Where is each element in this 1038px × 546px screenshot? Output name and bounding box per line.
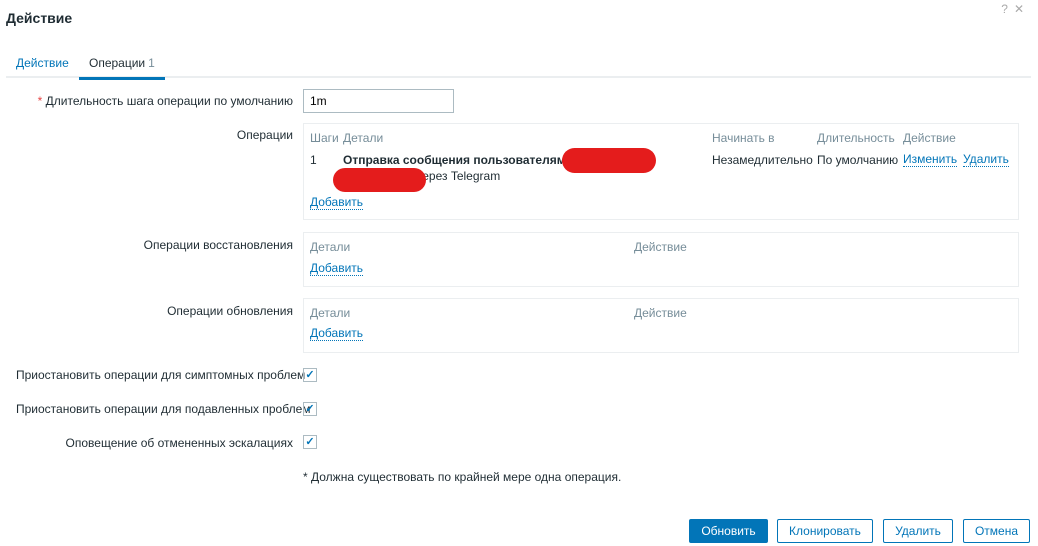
header-details: Детали — [310, 240, 351, 254]
redaction-mark — [562, 148, 656, 173]
tab-action[interactable]: Действие — [16, 56, 69, 70]
tab-label: Операции — [89, 56, 146, 70]
operation-details-line2: через Telegram — [416, 169, 501, 183]
update-button[interactable]: Обновить — [689, 519, 768, 543]
required-note: * Должна существовать по крайней мере од… — [303, 470, 622, 484]
operations-table: Шаги Детали Начинать в Длительность Дейс… — [303, 123, 1019, 220]
header-start: Начинать в — [712, 131, 775, 145]
cancel-button[interactable]: Отмена — [963, 519, 1030, 543]
header-action: Действие — [903, 131, 956, 145]
clone-button[interactable]: Клонировать — [777, 519, 873, 543]
add-recovery-link[interactable]: Добавить — [310, 262, 364, 276]
update-label: Операции обновления — [167, 304, 293, 318]
pause-symptom-label: Приостановить операции для симптомных пр… — [16, 368, 306, 382]
edit-operation-link[interactable]: Изменить — [903, 153, 958, 167]
add-operation-link[interactable]: Добавить — [310, 196, 364, 210]
operation-details: Отправка сообщения пользователям — [343, 153, 566, 167]
notify-cancelled-label: Оповещение об отмененных эскалациях — [65, 436, 293, 450]
update-table: Детали Действие Добавить — [303, 298, 1019, 353]
default-step-input[interactable] — [303, 89, 454, 113]
header-action: Действие — [634, 306, 687, 320]
start-in: Незамедлительно — [712, 153, 813, 167]
recovery-table: Детали Действие Добавить — [303, 232, 1019, 287]
header-action: Действие — [634, 240, 687, 254]
default-step-label: * Длительность шага операции по умолчани… — [0, 94, 293, 108]
tab-bar: Действие Операции 1 — [6, 50, 1031, 80]
required-mark: * — [37, 94, 43, 108]
header-details: Детали — [310, 306, 351, 320]
pause-suppressed-checkbox[interactable]: ✓ — [303, 402, 317, 416]
add-update-link[interactable]: Добавить — [310, 327, 364, 341]
notify-cancelled-checkbox[interactable]: ✓ — [303, 435, 317, 449]
tab-operations[interactable]: Операции 1 — [79, 56, 165, 80]
redaction-mark — [333, 168, 426, 192]
header-duration: Длительность — [817, 131, 895, 145]
tab-count: 1 — [148, 56, 155, 70]
remove-operation-link[interactable]: Удалить — [963, 153, 1009, 167]
dialog-title: Действие — [6, 10, 73, 26]
operations-label: Операции — [236, 128, 293, 142]
delete-button[interactable]: Удалить — [883, 519, 953, 543]
help-icon[interactable]: ? — [1001, 2, 1014, 16]
header-steps: Шаги — [310, 131, 339, 145]
pause-suppressed-label: Приостановить операции для подавленных п… — [16, 402, 311, 416]
header-details: Детали — [343, 131, 384, 145]
close-icon[interactable]: ✕ — [1014, 2, 1030, 16]
label-text: Длительность шага операции по умолчанию — [45, 94, 293, 108]
pause-symptom-checkbox[interactable]: ✓ — [303, 368, 317, 382]
step-number: 1 — [310, 153, 317, 167]
duration: По умолчанию — [817, 153, 899, 167]
recovery-label: Операции восстановления — [143, 238, 293, 252]
